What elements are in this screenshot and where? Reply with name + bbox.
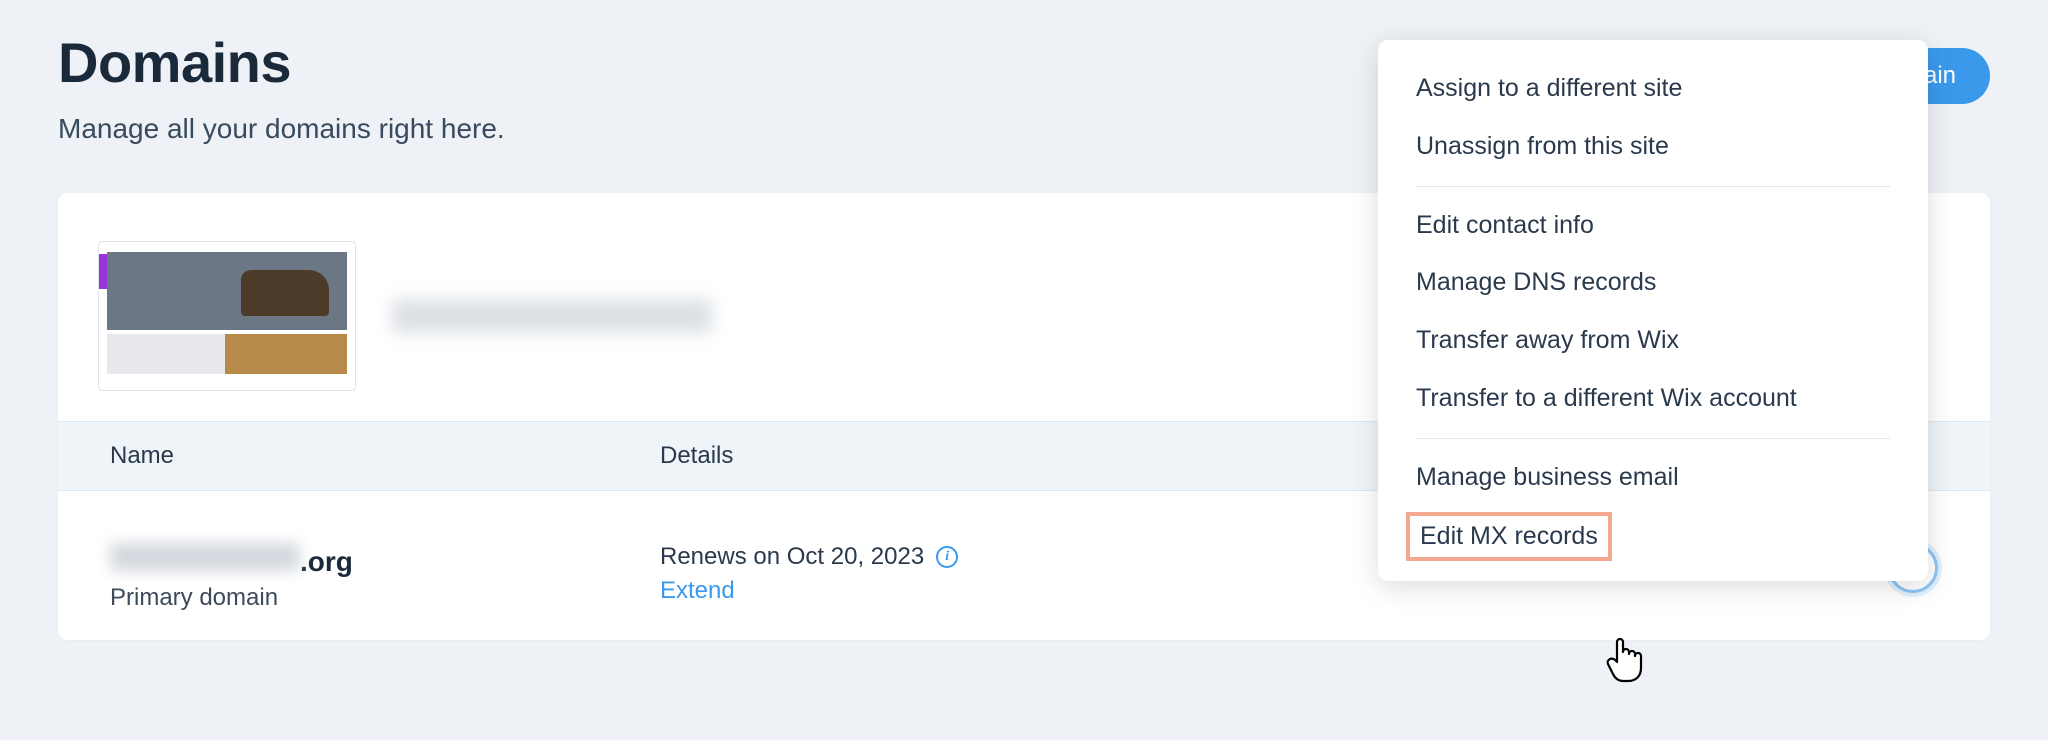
info-icon[interactable]: i (936, 546, 958, 568)
page-subtitle: Manage all your domains right here. (58, 113, 505, 145)
page-title: Domains (58, 30, 505, 95)
actions-dropdown: Assign to a different site Unassign from… (1378, 40, 1928, 581)
dd-edit-contact[interactable]: Edit contact info (1378, 197, 1928, 255)
domain-suffix: .org (300, 546, 353, 578)
column-name: Name (110, 442, 660, 470)
dd-manage-email[interactable]: Manage business email (1378, 449, 1928, 507)
dd-unassign-site[interactable]: Unassign from this site (1378, 118, 1928, 176)
dropdown-separator (1416, 438, 1890, 439)
dd-transfer-away[interactable]: Transfer away from Wix (1378, 312, 1928, 370)
extend-link[interactable]: Extend (660, 577, 1758, 605)
domain-subtext: Primary domain (110, 584, 660, 612)
renewal-text: Renews on Oct 20, 2023 (660, 543, 924, 571)
dd-assign-site[interactable]: Assign to a different site (1378, 60, 1928, 118)
dd-transfer-account[interactable]: Transfer to a different Wix account (1378, 370, 1928, 428)
dropdown-separator (1416, 186, 1890, 187)
domain-name-redacted (110, 543, 300, 571)
cursor-pointer-icon (1605, 634, 1647, 684)
site-thumbnail[interactable]: PREMIUM (98, 241, 356, 391)
site-name-redacted (392, 299, 712, 333)
dd-edit-mx-records[interactable]: Edit MX records (1406, 512, 1612, 561)
dd-manage-dns[interactable]: Manage DNS records (1378, 254, 1928, 312)
